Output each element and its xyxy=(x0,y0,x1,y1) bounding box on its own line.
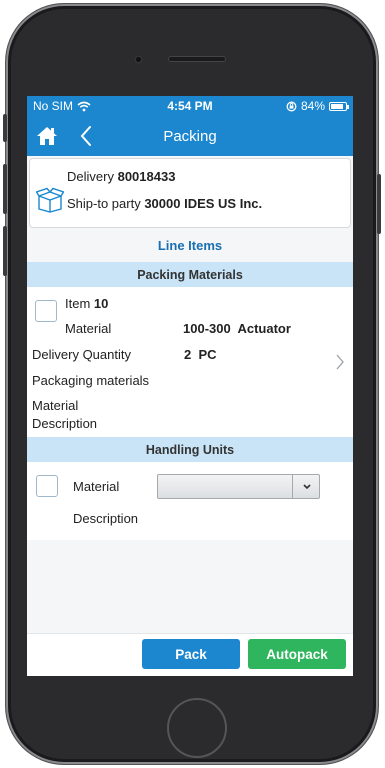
delivery-number: 80018433 xyxy=(117,169,176,184)
app-screen: No SIM 4:54 PM 84% Packing Delivery 8001… xyxy=(27,96,353,676)
home-button[interactable] xyxy=(167,698,227,758)
battery-icon xyxy=(329,101,349,111)
volume-up-button xyxy=(3,164,7,214)
handling-unit-row: Material Description xyxy=(27,462,353,540)
page-title: Packing xyxy=(163,127,217,145)
item-label: Item xyxy=(65,296,91,311)
volume-down-button xyxy=(3,226,7,276)
hu-description-label: Description xyxy=(73,511,139,526)
shipto-value: 30000 IDES US Inc. xyxy=(144,196,263,211)
packing-item-row[interactable]: Item 10 Material 100-300 Actuator Delive… xyxy=(27,287,353,437)
chevron-down-icon xyxy=(303,484,311,490)
delivery-label: Delivery xyxy=(67,169,114,184)
mute-switch xyxy=(3,114,7,142)
autopack-button[interactable]: Autopack xyxy=(248,639,346,669)
battery-percent: 84% xyxy=(300,99,325,113)
nav-bar: Packing xyxy=(27,116,353,156)
hu-material-select[interactable] xyxy=(157,474,320,499)
line-items-link[interactable]: Line Items xyxy=(27,228,353,262)
handling-unit-checkbox[interactable] xyxy=(36,475,58,497)
power-button xyxy=(377,174,381,234)
packing-materials-section-header: Packing Materials xyxy=(27,262,353,287)
shipto-label: Ship-to party xyxy=(67,196,141,211)
battery-fill xyxy=(331,103,343,109)
delivery-header-card: Delivery 80018433 Ship-to party 30000 ID… xyxy=(29,158,351,228)
material-value: 100-300 Actuator xyxy=(183,321,291,336)
home-icon[interactable] xyxy=(36,126,58,146)
pack-button[interactable]: Pack xyxy=(142,639,240,669)
carrier-label: No SIM xyxy=(33,99,74,113)
status-bar: No SIM 4:54 PM 84% xyxy=(27,96,353,116)
delivery-quantity-value: 2 PC xyxy=(184,347,217,362)
item-checkbox[interactable] xyxy=(35,300,57,322)
delivery-quantity-label: Delivery Quantity xyxy=(32,347,131,362)
delivery-line: Delivery 80018433 xyxy=(67,169,175,184)
material-description-label-line1: Material xyxy=(32,398,79,413)
hu-material-label: Material xyxy=(73,479,120,494)
material-description-label-line2: Description xyxy=(32,416,98,431)
shipto-line: Ship-to party 30000 IDES US Inc. xyxy=(67,196,262,211)
packaging-materials-label: Packaging materials xyxy=(32,373,150,388)
front-camera xyxy=(134,55,143,64)
item-number: 10 xyxy=(93,296,109,311)
chevron-right-icon[interactable] xyxy=(335,353,345,371)
back-chevron-icon[interactable] xyxy=(79,125,93,147)
package-icon xyxy=(36,187,64,213)
wifi-icon xyxy=(77,101,91,111)
orientation-lock-icon xyxy=(286,101,297,111)
material-label: Material xyxy=(65,321,112,336)
item-line: Item 10 xyxy=(65,296,108,311)
footer-toolbar: Pack Autopack xyxy=(27,633,353,676)
earpiece-speaker xyxy=(168,56,226,62)
handling-units-section-header: Handling Units xyxy=(27,437,353,462)
select-divider xyxy=(292,475,293,498)
